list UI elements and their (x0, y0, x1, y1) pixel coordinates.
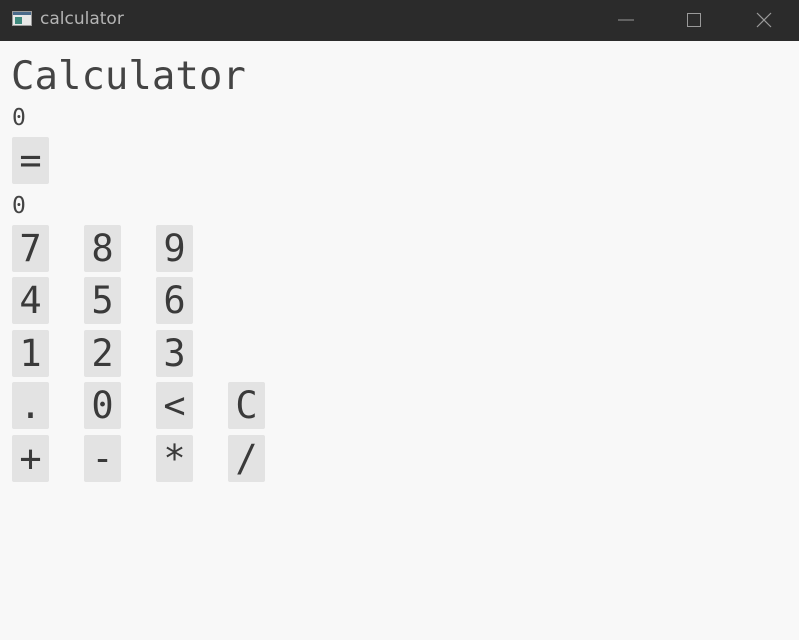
key-multiply[interactable]: * (156, 435, 193, 482)
calculator-body: Calculator 0 = 0 7 8 9 4 5 6 1 2 3 . 0 <… (0, 41, 799, 640)
key-divide[interactable]: / (228, 435, 265, 482)
minimize-button[interactable] (591, 0, 661, 41)
key-add[interactable]: + (12, 435, 49, 482)
close-icon (756, 12, 772, 28)
key-4[interactable]: 4 (12, 277, 49, 324)
key-2[interactable]: 2 (84, 330, 121, 377)
equals-button[interactable]: = (12, 137, 49, 184)
maximize-icon (687, 13, 701, 27)
minimize-icon (618, 19, 634, 21)
key-clear[interactable]: C (228, 382, 265, 429)
key-9[interactable]: 9 (156, 225, 193, 272)
secondary-display: 0 (12, 193, 26, 219)
close-button[interactable] (729, 0, 799, 41)
key-7[interactable]: 7 (12, 225, 49, 272)
key-1[interactable]: 1 (12, 330, 49, 377)
key-6[interactable]: 6 (156, 277, 193, 324)
app-heading: Calculator (11, 54, 246, 99)
key-3[interactable]: 3 (156, 330, 193, 377)
maximize-button[interactable] (659, 0, 729, 41)
key-5[interactable]: 5 (84, 277, 121, 324)
key-0[interactable]: 0 (84, 382, 121, 429)
key-decimal[interactable]: . (12, 382, 49, 429)
primary-display: 0 (12, 105, 26, 131)
window-title: calculator (40, 9, 124, 29)
app-icon (12, 11, 32, 26)
key-8[interactable]: 8 (84, 225, 121, 272)
key-subtract[interactable]: - (84, 435, 121, 482)
key-backspace[interactable]: < (156, 382, 193, 429)
title-bar[interactable]: calculator (0, 0, 799, 41)
